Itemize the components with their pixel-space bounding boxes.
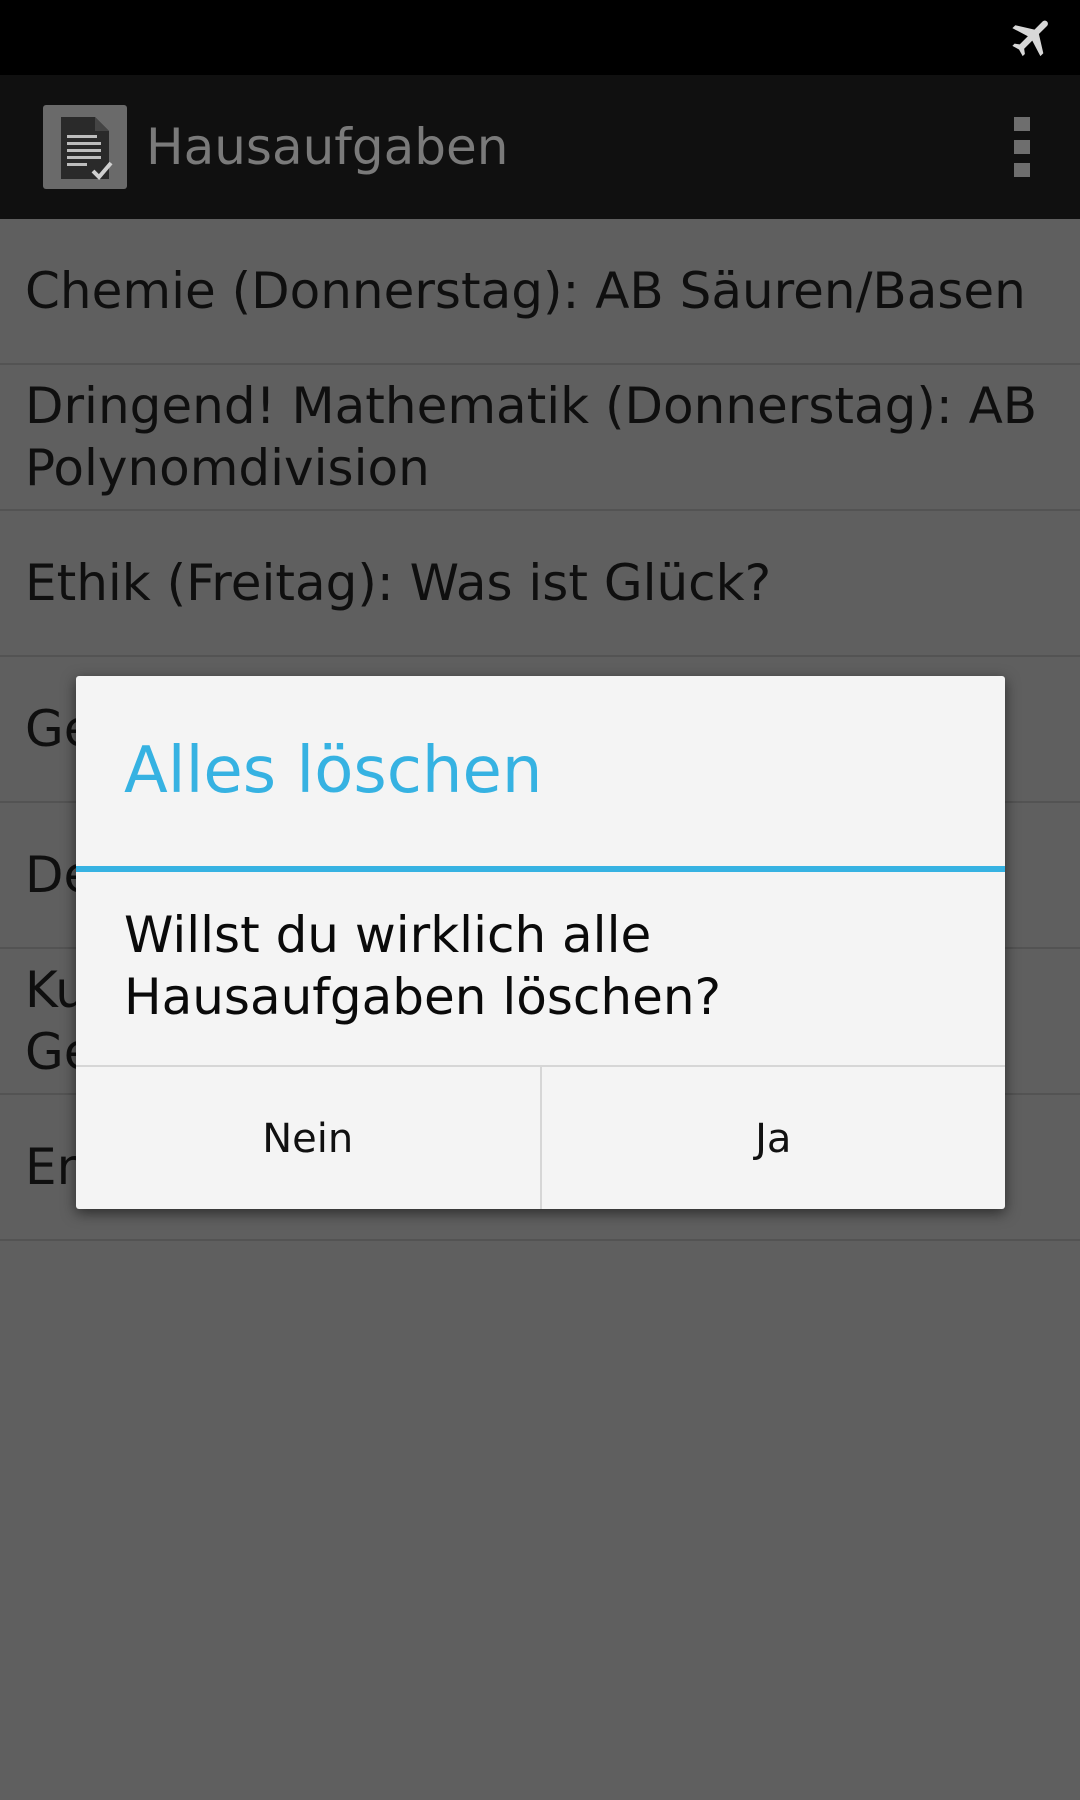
homework-item-line: Polynomdivision bbox=[25, 439, 430, 497]
homework-item-text: Chemie (Donnerstag): AB Säuren/Basen bbox=[25, 260, 1026, 322]
homework-item-text: Dringend! Mathematik (Donnerstag): AB Pol… bbox=[25, 375, 1037, 499]
nein-button[interactable]: Nein bbox=[76, 1067, 540, 1209]
action-bar: Hausaufgaben bbox=[0, 75, 1080, 219]
homework-item-line: Chemie (Donnerstag): AB Säuren/Basen bbox=[25, 262, 1026, 320]
app-title: Hausaufgaben bbox=[146, 118, 509, 176]
dialog-message-line: Hausaufgaben löschen? bbox=[124, 968, 722, 1026]
dialog-message: Willst du wirklich alle Hausaufgaben lös… bbox=[124, 904, 954, 1028]
ja-button[interactable]: Ja bbox=[539, 1067, 1006, 1209]
homework-document-icon[interactable] bbox=[43, 105, 127, 189]
overflow-menu-icon[interactable] bbox=[1010, 117, 1034, 177]
homework-list-item[interactable]: Dringend! Mathematik (Donnerstag): AB Pol… bbox=[0, 365, 1080, 511]
homework-list-item[interactable]: Chemie (Donnerstag): AB Säuren/Basen bbox=[0, 219, 1080, 365]
homework-item-line: Dringend! Mathematik (Donnerstag): AB bbox=[25, 377, 1038, 435]
dialog-title: Alles löschen bbox=[124, 734, 543, 808]
dialog-title-divider bbox=[76, 866, 1005, 872]
status-bar bbox=[0, 0, 1080, 75]
screen: Hausaufgaben Chemie (Donnerstag): AB Säu… bbox=[0, 0, 1080, 1800]
homework-item-line: Ethik (Freitag): Was ist Glück? bbox=[25, 554, 772, 612]
airplane-mode-icon bbox=[1012, 20, 1048, 57]
dialog-message-line: Willst du wirklich alle bbox=[124, 906, 652, 964]
delete-all-dialog: Alles löschen Willst du wirklich alle Ha… bbox=[76, 676, 1005, 1209]
homework-list-item[interactable]: Ethik (Freitag): Was ist Glück? bbox=[0, 511, 1080, 657]
homework-item-text: Ethik (Freitag): Was ist Glück? bbox=[25, 552, 771, 614]
dialog-button-bar: Nein Ja bbox=[76, 1065, 1005, 1209]
